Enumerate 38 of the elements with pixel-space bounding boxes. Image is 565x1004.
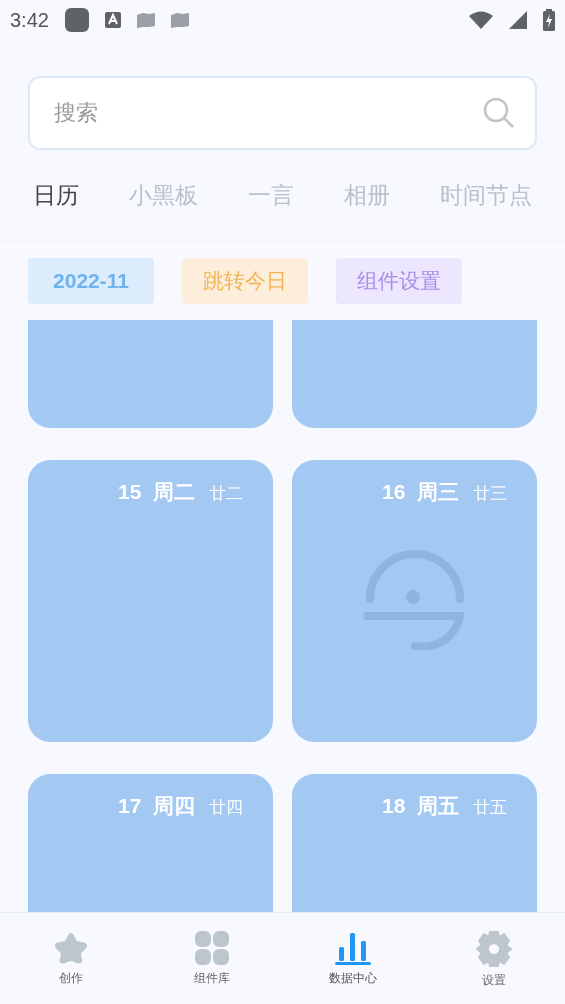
bar-chart-icon <box>335 931 372 965</box>
status-time: 3:42 <box>10 8 49 33</box>
keyboard-icon <box>104 12 121 28</box>
nav-item[interactable]: 数据中心 <box>282 931 424 1004</box>
day-card[interactable] <box>28 320 273 428</box>
chip-button[interactable]: 2022-11 <box>28 258 154 304</box>
battery-icon <box>543 9 555 31</box>
chip-button[interactable]: 组件设置 <box>336 258 462 304</box>
day-date: 18 周五 <box>381 793 459 819</box>
day-card[interactable]: 15 周二 廿二 <box>28 460 273 742</box>
nav-item[interactable]: 组件库 <box>141 931 283 1004</box>
tab[interactable]: 小黑板 <box>129 178 198 213</box>
lunar-date: 廿二 <box>209 483 243 505</box>
search-icon <box>483 97 515 129</box>
day-card[interactable] <box>292 320 537 428</box>
lunar-date: 廿五 <box>473 797 507 819</box>
tab[interactable]: 相册 <box>344 178 390 213</box>
grid-icon <box>194 931 229 965</box>
signal-icon <box>509 11 527 29</box>
tab[interactable]: 日历 <box>33 178 79 213</box>
search-field[interactable]: 搜索 <box>28 76 537 150</box>
lunar-date: 廿三 <box>473 483 507 505</box>
day-card[interactable]: 18 周五 廿五 <box>292 774 537 912</box>
star-icon <box>52 931 89 965</box>
tab[interactable]: 一言 <box>248 178 294 213</box>
wifi-icon <box>469 11 493 29</box>
nav-item[interactable]: 创作 <box>0 931 142 1004</box>
app-icon <box>64 8 89 32</box>
tab[interactable]: 时间节点 <box>440 178 532 213</box>
day-date: 16 周三 <box>381 479 459 505</box>
day-date: 15 周二 <box>117 479 195 505</box>
nav-item[interactable]: 设置 <box>423 931 565 1004</box>
chip-button[interactable]: 跳转今日 <box>182 258 308 304</box>
day-card[interactable]: 17 周四 廿四 <box>28 774 273 912</box>
settings-icon <box>476 931 513 967</box>
day-card[interactable]: 16 周三 廿三 <box>292 460 537 742</box>
day-date: 17 周四 <box>117 793 195 819</box>
lunar-date: 廿四 <box>209 797 243 819</box>
